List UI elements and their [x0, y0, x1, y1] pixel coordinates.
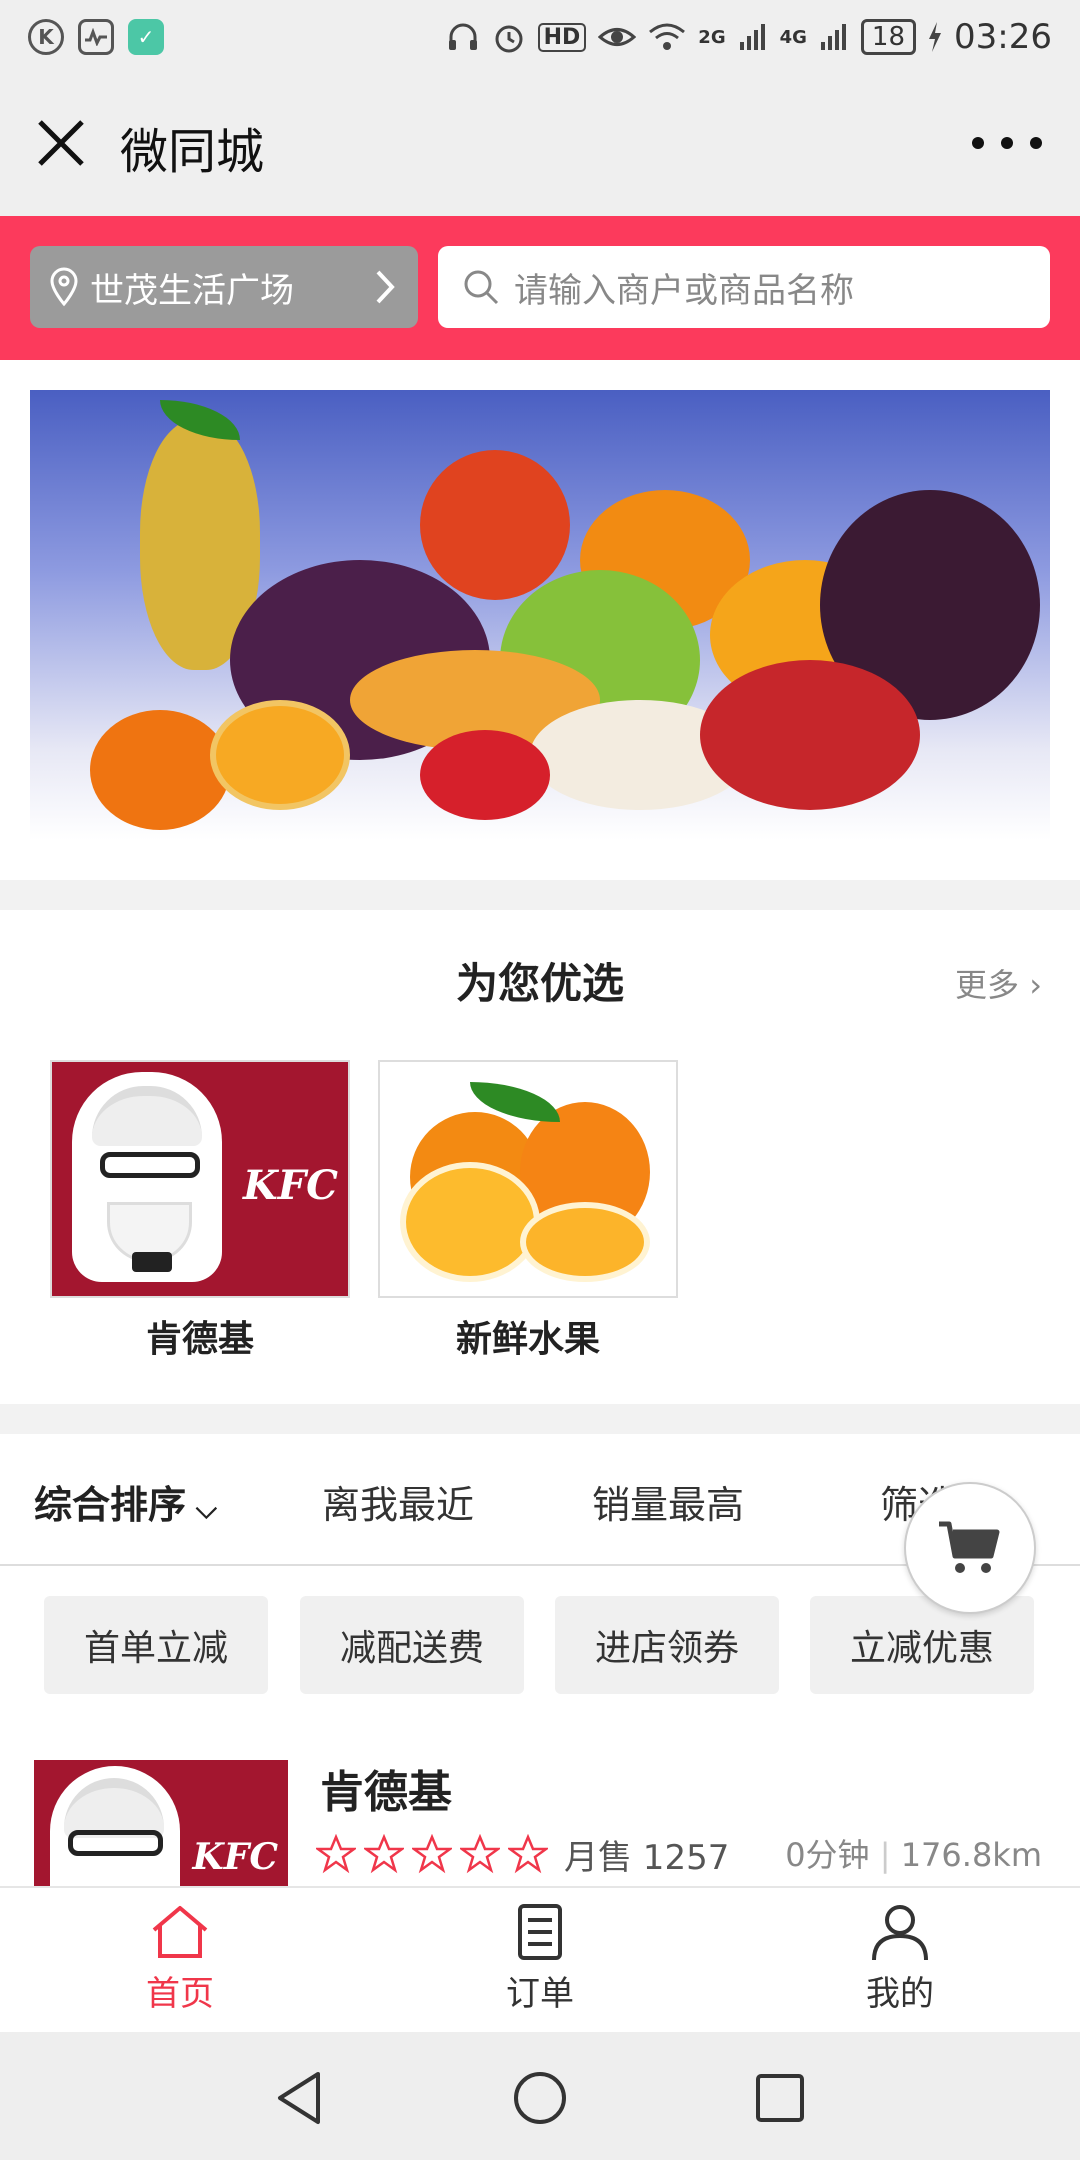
featured-item-kfc[interactable]: KFC 肯德基 [50, 1060, 350, 1362]
sort-best-selling[interactable]: 销量最高 [592, 1474, 744, 1529]
tag-first-order-discount[interactable]: 首单立减 [44, 1596, 268, 1694]
close-icon [38, 120, 84, 166]
cart-button[interactable] [904, 1482, 1036, 1614]
shop-list-item[interactable]: KFC 肯德基 月售 1257 0分钟 | 176.8km [0, 1726, 1080, 1886]
more-label: 更多 [955, 966, 1020, 1004]
home-circle-icon [514, 2072, 566, 2124]
clock: 03:26 [954, 17, 1052, 57]
tab-home[interactable]: 首页 [80, 1902, 280, 2015]
charging-icon [929, 22, 942, 52]
more-dot-icon [1001, 137, 1013, 149]
signal-icon-2 [820, 24, 846, 50]
tag-instant-discount[interactable]: 立减优惠 [810, 1596, 1034, 1694]
shop-name: 肯德基 [320, 1767, 452, 1818]
more-dot-icon [1030, 137, 1042, 149]
close-button[interactable] [30, 112, 92, 174]
kfc-logo-text: KFC [192, 1836, 279, 1878]
network-2g-label: 2G [698, 26, 726, 48]
more-link[interactable]: 更多 › [955, 960, 1042, 1006]
wifi-icon [649, 23, 686, 50]
search-icon [464, 270, 499, 305]
orange-slice-image [210, 700, 350, 810]
more-menu-button[interactable] [972, 118, 1042, 168]
system-nav-bar [0, 2032, 1080, 2160]
activity-icon [78, 19, 114, 55]
home-icon [152, 1906, 208, 1958]
signal-icon [739, 24, 765, 50]
order-icon [518, 1904, 562, 1960]
tab-profile[interactable]: 我的 [800, 1902, 1000, 2015]
star-icon [364, 1834, 404, 1874]
delivery-info: 0分钟 | 176.8km [785, 1836, 1042, 1874]
section-title: 为您优选 [455, 959, 624, 1008]
search-input[interactable]: 请输入商户或商品名称 [438, 246, 1050, 328]
tag-store-coupon[interactable]: 进店领券 [555, 1596, 779, 1694]
back-button[interactable] [270, 2068, 330, 2132]
rating-stars [316, 1834, 548, 1874]
status-icons-right: HD 2G 4G 18 03:26 [446, 17, 1052, 57]
promo-tags: 首单立减 减配送费 进店领券 立减优惠 [0, 1566, 1080, 1726]
search-placeholder: 请输入商户或商品名称 [514, 270, 854, 311]
monthly-sales: 月售 1257 [564, 1838, 730, 1878]
search-bar-area: 世茂生活广场 请输入商户或商品名称 [0, 216, 1080, 360]
bottom-tab-bar: 首页 订单 我的 [0, 1886, 1080, 2032]
banner-section [0, 360, 1080, 880]
recents-square-icon [756, 2074, 804, 2122]
hd-badge: HD [537, 22, 587, 52]
network-4g-label: 4G [779, 26, 807, 48]
chevron-right-icon: › [1019, 966, 1042, 1004]
kfc-logo-text: KFC [243, 1162, 338, 1209]
recents-button[interactable] [750, 2068, 810, 2132]
featured-section: 为您优选 更多 › KFC 肯德基 新鲜水果 [0, 910, 1080, 1404]
star-icon [412, 1834, 452, 1874]
orange-image-3 [90, 710, 230, 830]
fruit-banner[interactable] [30, 390, 1050, 840]
apple-image [420, 450, 570, 600]
k-app-icon: K [28, 19, 64, 55]
shop-thumbnail: KFC [34, 1760, 288, 1886]
location-pin-icon [50, 267, 78, 307]
app-header: 微同城 [0, 74, 1080, 216]
sort-label: 综合排序 [34, 1483, 187, 1527]
nectarine-image [700, 660, 920, 810]
status-icons-left: K ✓ [28, 19, 164, 55]
featured-item-label: 肯德基 [145, 1319, 254, 1360]
eye-icon [598, 28, 637, 46]
alarm-icon [495, 25, 523, 53]
tag-reduced-delivery[interactable]: 减配送费 [300, 1596, 524, 1694]
headset-icon [448, 23, 477, 50]
sort-nearest[interactable]: 离我最近 [322, 1474, 474, 1529]
delivery-time: 0分钟 [785, 1836, 870, 1874]
user-icon [872, 1905, 928, 1961]
shield-icon: ✓ [128, 19, 164, 55]
tab-label: 订单 [506, 1974, 574, 2014]
strawberry-image [420, 730, 550, 820]
featured-item-label: 新鲜水果 [455, 1319, 600, 1360]
chevron-right-icon [376, 270, 395, 304]
home-nav-button[interactable] [510, 2068, 570, 2132]
page-title: 微同城 [120, 124, 265, 180]
kfc-logo-image: KFC [50, 1060, 350, 1298]
sort-comprehensive[interactable]: 综合排序 ⌵ [34, 1474, 217, 1529]
star-icon [508, 1834, 548, 1874]
cart-icon [939, 1521, 1000, 1573]
location-selector[interactable]: 世茂生活广场 [30, 246, 418, 328]
chevron-down-icon: ⌵ [186, 1492, 217, 1525]
location-label: 世茂生活广场 [90, 270, 294, 311]
featured-item-fruit[interactable]: 新鲜水果 [378, 1060, 678, 1362]
back-triangle-icon [278, 2072, 320, 2124]
star-icon [460, 1834, 500, 1874]
orange-fruit-image [378, 1060, 678, 1298]
star-icon [316, 1834, 356, 1874]
status-bar: K ✓ HD 2G 4G 18 03:26 [0, 0, 1080, 74]
battery-icon: 18 [860, 19, 917, 55]
more-dot-icon [972, 137, 984, 149]
tab-label: 我的 [866, 1974, 934, 2014]
distance: 176.8km [900, 1836, 1042, 1874]
tab-label: 首页 [146, 1974, 214, 2014]
tab-orders[interactable]: 订单 [440, 1902, 640, 2015]
